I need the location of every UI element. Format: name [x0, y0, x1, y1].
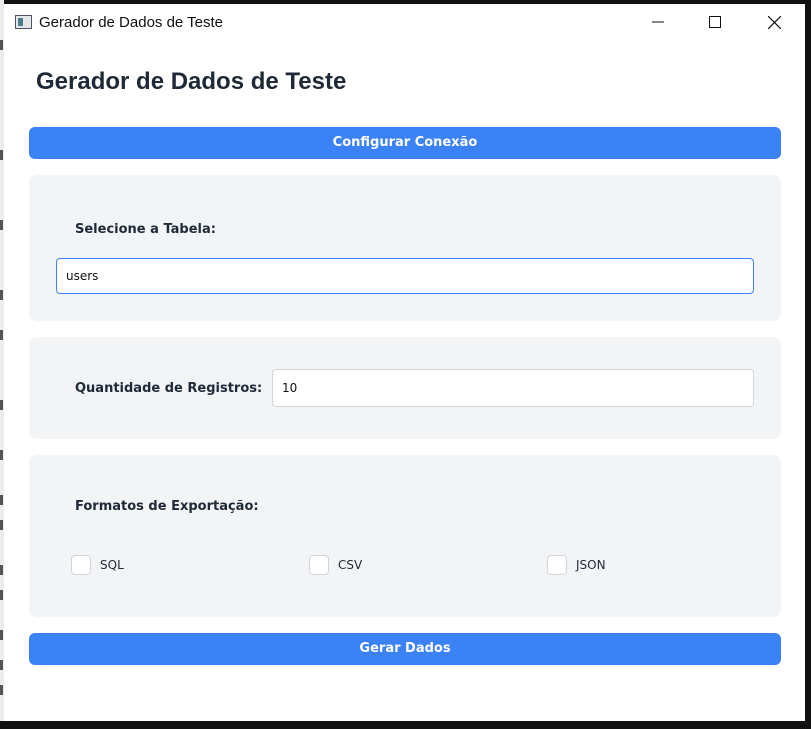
window-title: Gerador de Dados de Teste — [39, 14, 224, 31]
window-frame-bottom — [0, 721, 811, 729]
close-button[interactable] — [745, 4, 803, 42]
format-sql-checkbox[interactable]: SQL — [71, 555, 124, 575]
checkbox-box[interactable] — [71, 555, 91, 575]
configure-connection-button[interactable]: Configurar Conexão — [29, 127, 781, 159]
format-csv-checkbox[interactable]: CSV — [309, 555, 362, 575]
page-title: Gerador de Dados de Teste — [36, 68, 347, 95]
table-selection-card: Selecione a Tabela: users — [29, 175, 781, 321]
app-window-icon — [15, 15, 32, 29]
quantity-label: Quantidade de Registros: — [75, 381, 263, 396]
formats-label: Formatos de Exportação: — [75, 499, 259, 514]
quantity-input-value: 10 — [282, 381, 298, 395]
window-frame-right — [805, 0, 811, 729]
quantity-input[interactable]: 10 — [272, 369, 754, 407]
title-bar[interactable]: Gerador de Dados de Teste — [4, 4, 807, 42]
maximize-icon — [709, 16, 721, 28]
quantity-card: Quantidade de Registros: 10 — [29, 337, 781, 439]
checkbox-box[interactable] — [309, 555, 329, 575]
minimize-icon — [652, 21, 664, 23]
format-json-checkbox[interactable]: JSON — [547, 555, 606, 575]
table-input-value: users — [66, 269, 99, 283]
checkbox-box[interactable] — [547, 555, 567, 575]
export-formats-card: Formatos de Exportação: SQL CSV JSON — [29, 455, 781, 617]
format-csv-label: CSV — [338, 558, 363, 572]
format-sql-label: SQL — [100, 558, 124, 572]
generate-data-button[interactable]: Gerar Dados — [29, 633, 781, 665]
minimize-button[interactable] — [629, 4, 687, 42]
format-json-label: JSON — [576, 558, 606, 572]
table-label: Selecione a Tabela: — [75, 222, 216, 237]
close-icon — [768, 16, 781, 29]
maximize-button[interactable] — [686, 4, 744, 42]
app-window: Gerador de Dados de Teste Gerador de Dad… — [4, 4, 807, 722]
table-select-input[interactable]: users — [56, 258, 754, 294]
